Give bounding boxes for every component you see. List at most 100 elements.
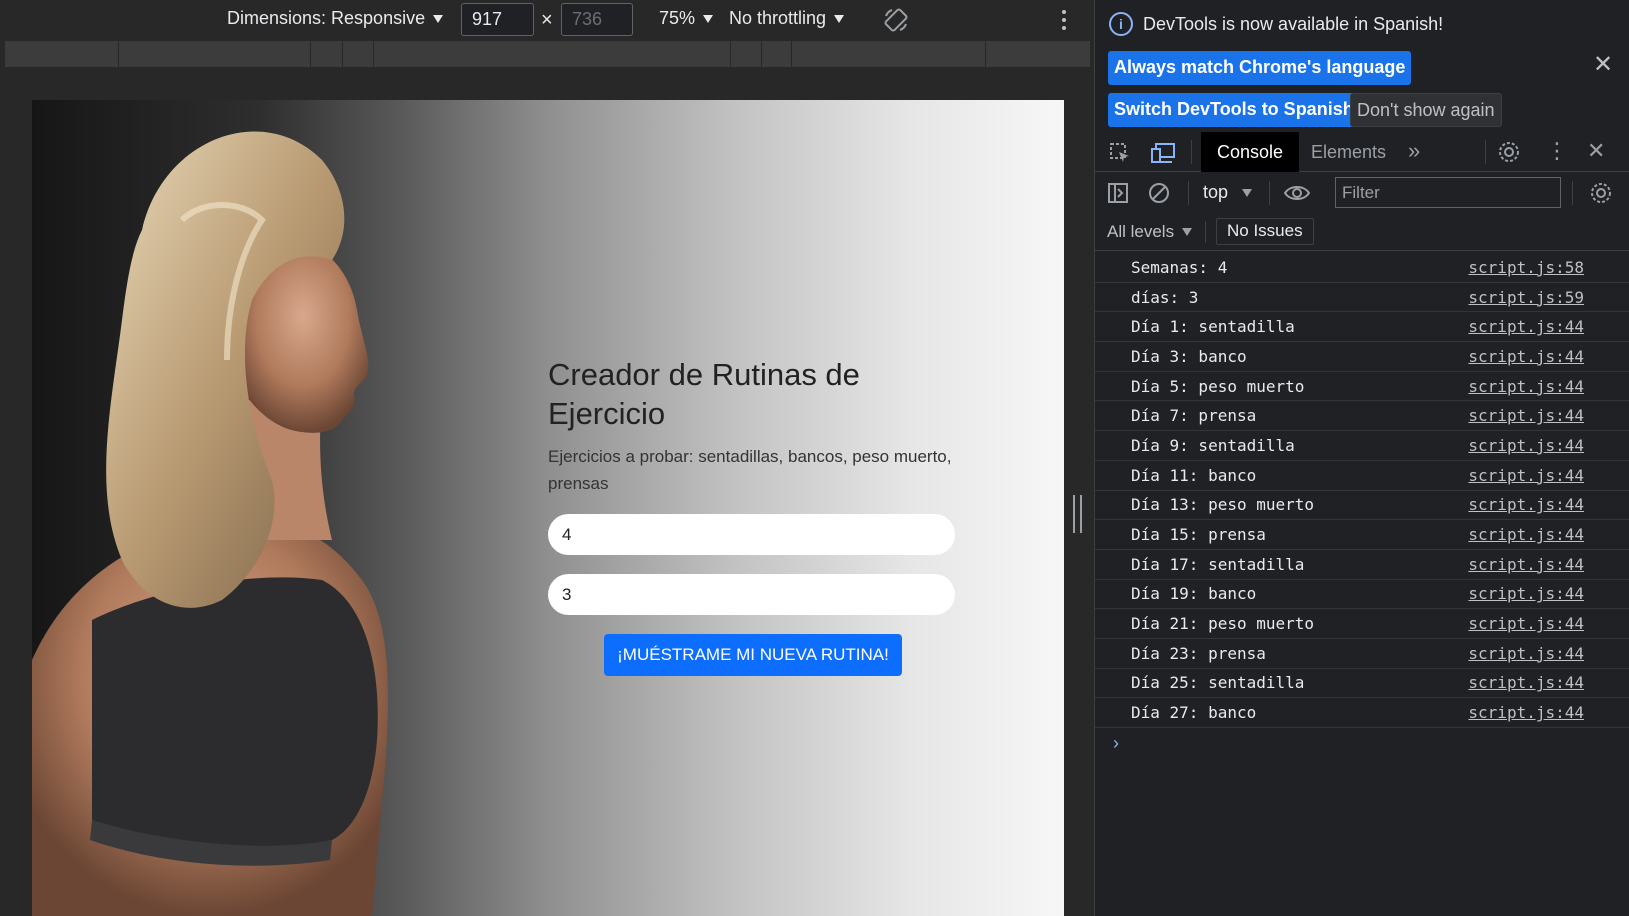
console-log-row: Día 23: prensa script.js:44 — [1095, 639, 1629, 669]
log-source-link[interactable]: script.js:44 — [1468, 317, 1584, 336]
dimensions-dropdown[interactable]: Dimensions: Responsive — [227, 8, 444, 29]
console-log-row: Día 13: peso muerto script.js:44 — [1095, 491, 1629, 521]
console-log-row: días: 3 script.js:59 — [1095, 283, 1629, 313]
routine-app: Creador de Rutinas de Ejercicio Ejercici… — [548, 355, 958, 676]
device-toggle-icon[interactable] — [1150, 141, 1176, 165]
media-query-segment[interactable] — [343, 41, 374, 67]
days-input[interactable]: 3 — [548, 574, 955, 615]
inspect-element-icon[interactable] — [1108, 141, 1132, 165]
context-selector[interactable]: top — [1203, 182, 1253, 203]
console-log-row: Día 5: peso muerto script.js:44 — [1095, 372, 1629, 402]
log-message: Día 27: banco — [1131, 703, 1257, 723]
tab-elements[interactable]: Elements — [1295, 132, 1402, 172]
issues-button[interactable]: No Issues — [1216, 218, 1314, 245]
log-source-link[interactable]: script.js:58 — [1468, 258, 1584, 277]
log-source-link[interactable]: script.js:59 — [1468, 288, 1584, 307]
width-input[interactable]: 917 — [461, 3, 534, 36]
media-query-segment[interactable] — [119, 41, 311, 67]
language-infobar: i DevTools is now available in Spanish! … — [1095, 0, 1629, 130]
switch-spanish-button[interactable]: Switch DevTools to Spanish — [1108, 93, 1360, 127]
log-source-link[interactable]: script.js:44 — [1468, 525, 1584, 544]
resize-handle[interactable] — [1073, 495, 1082, 533]
log-message: Día 11: banco — [1131, 465, 1257, 485]
log-message: Día 19: banco — [1131, 584, 1257, 604]
log-source-link[interactable]: script.js:44 — [1468, 466, 1584, 485]
toolbar-divider — [1485, 140, 1486, 164]
media-query-segment[interactable] — [311, 41, 343, 67]
log-levels-label: All levels — [1107, 222, 1175, 241]
filter-input[interactable]: Filter — [1335, 177, 1561, 208]
info-icon: i — [1109, 12, 1133, 36]
console-log-row: Día 21: peso muerto script.js:44 — [1095, 609, 1629, 639]
infobar-text: DevTools is now available in Spanish! — [1143, 13, 1444, 34]
media-query-segment[interactable] — [792, 41, 986, 67]
sidebar-toggle-icon[interactable] — [1107, 182, 1129, 204]
settings-gear-icon[interactable] — [1497, 140, 1521, 164]
console-log-row: Día 27: banco script.js:44 — [1095, 698, 1629, 728]
log-source-link[interactable]: script.js:44 — [1468, 406, 1584, 425]
media-query-segment[interactable] — [731, 41, 762, 67]
log-source-link[interactable]: script.js:44 — [1468, 555, 1584, 574]
rotate-button[interactable] — [882, 6, 910, 34]
rotate-icon — [884, 8, 908, 32]
chevron-down-icon — [834, 14, 845, 23]
console-log-row: Semanas: 4 script.js:58 — [1095, 253, 1629, 283]
console-log-row: Día 19: banco script.js:44 — [1095, 580, 1629, 610]
chevron-down-icon — [703, 14, 714, 23]
log-source-link[interactable]: script.js:44 — [1468, 584, 1584, 603]
toolbar-divider — [1205, 221, 1206, 243]
log-message: Día 5: peso muerto — [1131, 376, 1305, 396]
more-tabs-icon[interactable]: » — [1408, 138, 1420, 164]
log-message: Día 21: peso muerto — [1131, 614, 1315, 634]
log-source-link[interactable]: script.js:44 — [1468, 614, 1584, 633]
console-prompt-icon[interactable]: › — [1113, 733, 1119, 754]
more-options-icon[interactable] — [1062, 10, 1066, 30]
chevron-down-icon — [1182, 228, 1193, 236]
console-settings-icon[interactable] — [1589, 181, 1613, 205]
media-query-segment[interactable] — [5, 41, 119, 67]
toolbar-divider — [1188, 181, 1189, 205]
kebab-menu-icon[interactable]: ⋮ — [1546, 138, 1568, 164]
chevron-down-icon — [1242, 188, 1253, 197]
match-language-button[interactable]: Always match Chrome's language — [1108, 51, 1412, 85]
log-message: Día 17: sentadilla — [1131, 554, 1305, 574]
log-source-link[interactable]: script.js:44 — [1468, 644, 1584, 663]
show-routine-button[interactable]: ¡MUÉSTRAME MI NUEVA RUTINA! — [604, 634, 902, 676]
log-message: Día 13: peso muerto — [1131, 495, 1315, 515]
log-source-link[interactable]: script.js:44 — [1468, 436, 1584, 455]
media-query-segment[interactable] — [374, 41, 731, 67]
log-levels-dropdown[interactable]: All levels — [1107, 222, 1193, 242]
height-input[interactable]: 736 — [561, 3, 633, 36]
close-devtools-icon[interactable]: ✕ — [1587, 138, 1605, 164]
console-log-list: Semanas: 4 script.js:58 días: 3 script.js:5… — [1095, 253, 1629, 728]
log-source-link[interactable]: script.js:44 — [1468, 495, 1584, 514]
log-message: Día 7: prensa — [1131, 406, 1257, 426]
throttling-dropdown[interactable]: No throttling — [729, 8, 845, 29]
tab-console[interactable]: Console — [1201, 132, 1300, 172]
page-title: Creador de Rutinas de Ejercicio — [548, 357, 860, 431]
media-query-segment[interactable] — [762, 41, 792, 67]
console-toolbar: top Filter — [1095, 173, 1629, 213]
log-message: Día 3: banco — [1131, 346, 1247, 366]
infobar-message: i DevTools is now available in Spanish! — [1109, 12, 1443, 36]
clear-console-icon[interactable] — [1148, 182, 1170, 204]
zoom-dropdown[interactable]: 75% — [659, 8, 714, 29]
log-source-link[interactable]: script.js:44 — [1468, 377, 1584, 396]
toolbar-divider — [1269, 181, 1270, 205]
media-query-bar[interactable] — [5, 41, 1090, 67]
weeks-input[interactable]: 4 — [548, 514, 955, 555]
log-source-link[interactable]: script.js:44 — [1468, 703, 1584, 722]
log-source-link[interactable]: script.js:44 — [1468, 347, 1584, 366]
close-icon[interactable]: ✕ — [1593, 50, 1613, 79]
log-message: Día 9: sentadilla — [1131, 435, 1295, 455]
console-log-row: Día 15: prensa script.js:44 — [1095, 520, 1629, 550]
console-log-row: Día 1: sentadilla script.js:44 — [1095, 312, 1629, 343]
device-toolbar: Dimensions: Responsive 917 × 736 75% No … — [0, 0, 1094, 40]
log-source-link[interactable]: script.js:44 — [1468, 673, 1584, 692]
dimensions-label: Dimensions: Responsive — [227, 8, 426, 28]
console-log-row: Día 11: banco script.js:44 — [1095, 461, 1629, 491]
live-expression-eye-icon[interactable] — [1283, 182, 1311, 204]
console-log-row: Día 3: banco script.js:44 — [1095, 342, 1629, 372]
dont-show-again-button[interactable]: Don't show again — [1350, 93, 1502, 127]
log-message: Día 1: sentadilla — [1131, 317, 1295, 337]
